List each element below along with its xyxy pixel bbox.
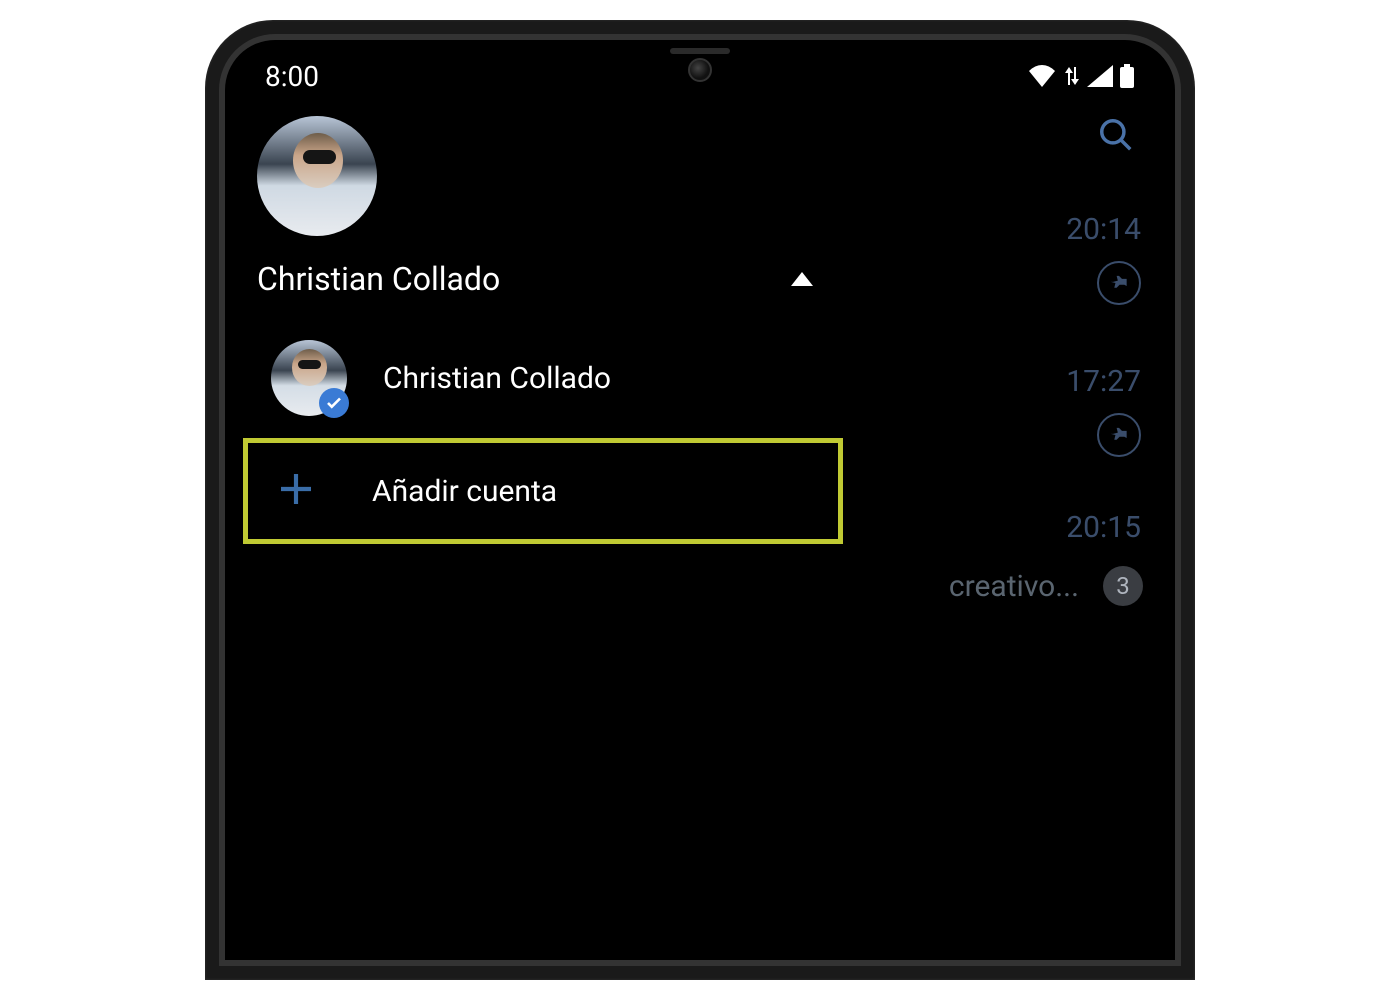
pin-icon: [1097, 413, 1141, 457]
add-account-label: Añadir cuenta: [372, 474, 557, 509]
avatar[interactable]: [257, 116, 377, 236]
caret-up-icon[interactable]: [791, 272, 813, 286]
add-account-button[interactable]: Añadir cuenta: [243, 438, 843, 544]
plus-icon: [276, 469, 316, 513]
battery-icon: [1119, 64, 1135, 88]
account-name: Christian Collado: [383, 361, 611, 396]
chat-item: 17:27: [1066, 364, 1141, 457]
search-button[interactable]: [1097, 116, 1135, 158]
screen: 8:00: [225, 40, 1175, 960]
profile-name: Christian Collado: [257, 260, 500, 298]
wifi-icon: [1027, 65, 1057, 87]
phone-frame: 8:00: [205, 20, 1195, 980]
cellular-icon: [1087, 65, 1113, 87]
chat-item: 20:15: [1066, 510, 1141, 565]
chat-item: 20:14: [1066, 212, 1141, 305]
account-panel: Christian Collado Christian Collado: [243, 116, 843, 544]
account-row-current[interactable]: Christian Collado: [243, 322, 843, 434]
pin-icon: [1097, 261, 1141, 305]
chat-item: creativo... 3: [949, 566, 1143, 606]
status-time: 8:00: [265, 60, 319, 93]
unread-count-badge: 3: [1103, 566, 1143, 606]
profile-header[interactable]: Christian Collado: [243, 236, 843, 322]
data-sync-icon: [1065, 65, 1079, 87]
notch: [590, 40, 810, 84]
check-icon: [319, 388, 349, 418]
